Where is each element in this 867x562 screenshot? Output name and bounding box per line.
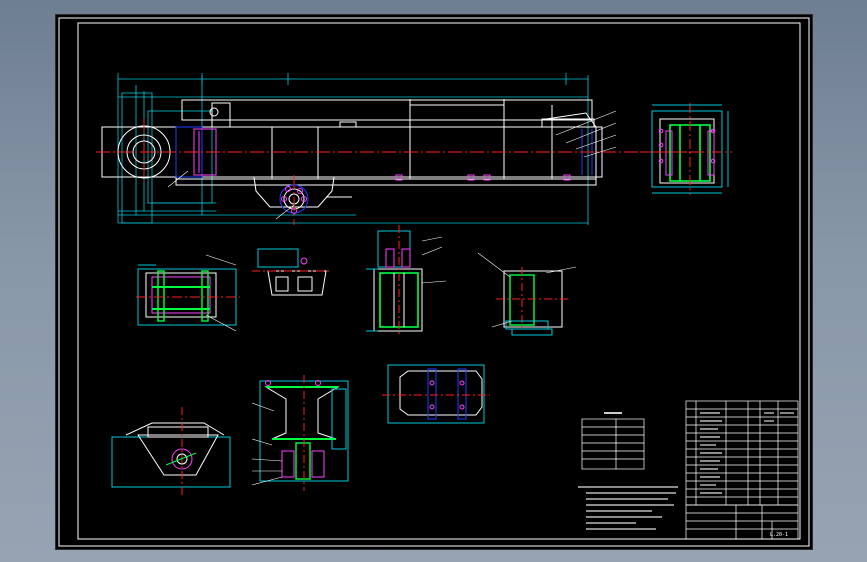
section-view-a — [136, 254, 240, 332]
main-view-dimensions — [117, 73, 589, 225]
main-view-body — [101, 99, 603, 210]
detail-view-e — [382, 364, 490, 424]
technical-notes — [578, 486, 678, 530]
section-view-c — [366, 225, 447, 335]
cad-drawing: L.20-1 — [58, 17, 810, 547]
end-view — [640, 103, 732, 195]
cad-viewport[interactable]: L.20-1 — [55, 14, 813, 550]
section-view-g — [251, 375, 349, 491]
detail-view-b — [252, 248, 332, 296]
sheet-number: L.20-1 — [770, 532, 788, 538]
main-view-section-parts — [193, 128, 571, 214]
main-view-centerline — [96, 119, 716, 225]
section-view-f — [111, 407, 231, 495]
section-view-d — [477, 252, 577, 336]
spec-table — [581, 412, 645, 470]
main-view-hidden — [175, 126, 593, 214]
